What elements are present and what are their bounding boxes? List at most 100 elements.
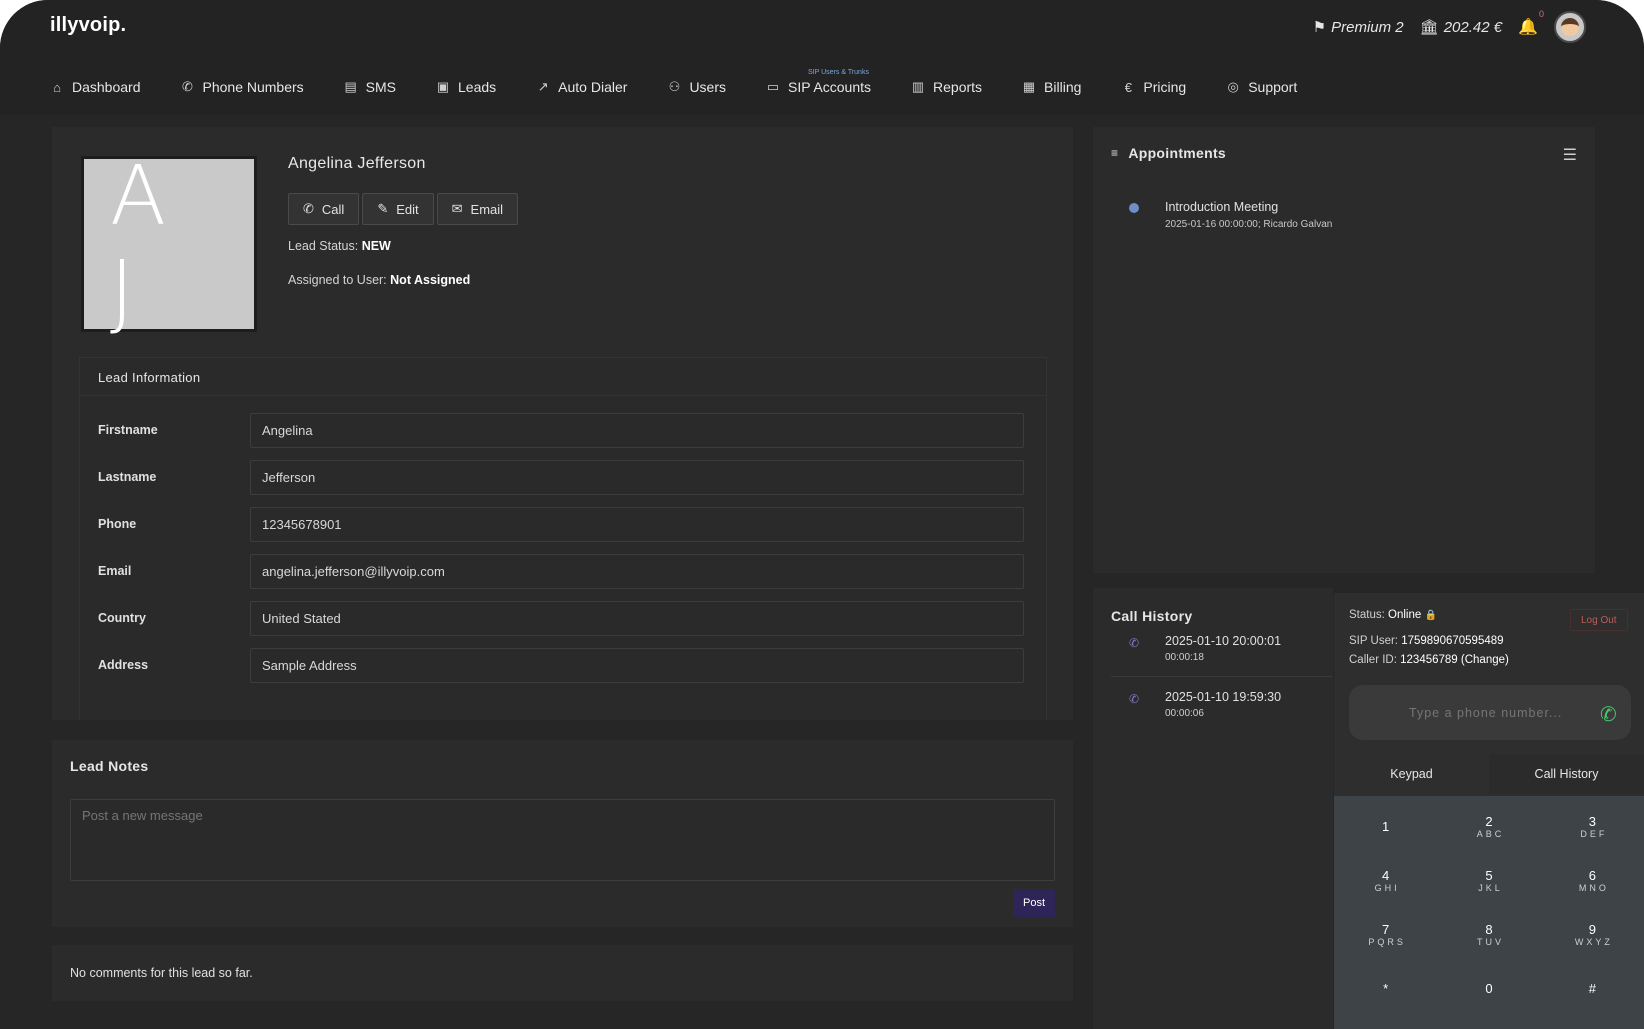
keypad: 1 2 ABC 3 DEF 4 GHI 5 JKL 6 MNO 7 PQRS 8 TUV 9W…: [1334, 796, 1644, 1029]
caller-id-label: Caller ID:: [1349, 654, 1397, 666]
key-letters: JKL: [1478, 883, 1503, 893]
key-digit: *: [1383, 981, 1389, 996]
comments-card: No comments for this lead so far.: [52, 945, 1073, 1001]
key-4[interactable]: 4 GHI: [1334, 854, 1437, 908]
no-comments-text: No comments for this lead so far.: [70, 966, 253, 980]
nav-support[interactable]: ◎ Support: [1226, 79, 1298, 95]
main-nav: ⌂ Dashboard ✆ Phone Numbers ▤ SMS ▣ Leads ↗ A…: [50, 69, 1337, 102]
key-star[interactable]: *: [1334, 962, 1437, 1016]
country-row: Country: [98, 601, 1028, 637]
lead-profile-card: A J Angelina Jefferson ✆ Call ✎ Edit ✉ E…: [52, 127, 1073, 720]
balance-indicator[interactable]: 🏛 202.42 €: [1419, 18, 1502, 37]
sip-user-value: 1759890670595489: [1401, 635, 1504, 647]
lead-notes-card: Lead Notes Post: [52, 740, 1073, 927]
tab-call-history[interactable]: Call History: [1489, 754, 1644, 794]
logo[interactable]: illyvoip.: [50, 14, 126, 37]
caller-id[interactable]: Caller ID: 123456789 (Change): [1349, 654, 1509, 666]
lead-actions: ✆ Call ✎ Edit ✉ Email: [288, 193, 519, 225]
key-8[interactable]: 8 TUV: [1437, 908, 1540, 962]
address-label: Address: [98, 658, 149, 672]
key-digit: 7: [1382, 922, 1390, 937]
nav-pricing[interactable]: € Pricing: [1121, 79, 1186, 95]
notifications-count: 0: [1538, 9, 1544, 19]
firstname-field[interactable]: [250, 413, 1024, 448]
call-button[interactable]: ✆ Call: [288, 193, 360, 225]
key-letters: TUV: [1476, 937, 1504, 947]
email-row: Email: [98, 554, 1028, 590]
lead-information-panel: Lead Information Firstname Lastname Phon…: [79, 357, 1047, 720]
avatar-face-icon: [1561, 18, 1579, 36]
caller-id-value: 123456789 (Change): [1400, 654, 1509, 666]
key-5[interactable]: 5 JKL: [1437, 854, 1540, 908]
lead-photo: A J: [81, 149, 257, 339]
key-9[interactable]: 9 WXYZ: [1541, 908, 1644, 962]
key-7[interactable]: 7 PQRS: [1334, 908, 1437, 962]
nav-phone-numbers[interactable]: ✆ Phone Numbers: [181, 79, 304, 95]
nav-leads[interactable]: ▣ Leads: [436, 79, 496, 95]
menu-icon[interactable]: ☰: [1563, 145, 1577, 165]
phone-number-input[interactable]: [1349, 685, 1631, 740]
divider: [1111, 676, 1333, 677]
key-1[interactable]: 1: [1334, 800, 1437, 854]
users-icon: ⚇: [668, 79, 681, 94]
new-message-textarea[interactable]: [70, 799, 1055, 881]
key-6[interactable]: 6 MNO: [1541, 854, 1644, 908]
phone-field[interactable]: [250, 507, 1024, 542]
logout-button[interactable]: Log Out: [1570, 609, 1628, 631]
nav-label: Auto Dialer: [558, 79, 628, 95]
appointment-name[interactable]: Introduction Meeting: [1165, 200, 1278, 214]
receipt-icon: ▦: [1022, 79, 1036, 94]
assigned-user-label: Assigned to User:: [288, 273, 387, 287]
bank-icon: 🏛: [1419, 19, 1439, 36]
key-3[interactable]: 3 DEF: [1541, 800, 1644, 854]
nav-label: Dashboard: [72, 79, 141, 95]
call-button-label: Call: [321, 201, 345, 217]
key-letters: DEF: [1580, 829, 1608, 839]
call-history-item[interactable]: ✆ 2025-01-10 19:59:30 00:00:06: [1093, 684, 1333, 742]
call-duration: 00:00:06: [1165, 708, 1204, 719]
call-history-card: Call History ✆ 2025-01-10 20:00:01 00:00…: [1093, 588, 1333, 1029]
key-digit: 4: [1382, 868, 1390, 883]
key-2[interactable]: 2 ABC: [1437, 800, 1540, 854]
tab-keypad[interactable]: Keypad: [1334, 754, 1489, 794]
lead-status: Lead Status: NEW: [288, 239, 391, 253]
nav-sms[interactable]: ▤ SMS: [344, 79, 397, 95]
nav-auto-dialer[interactable]: ↗ Auto Dialer: [536, 79, 628, 95]
email-button[interactable]: ✉ Email: [436, 193, 519, 225]
key-digit: 5: [1485, 868, 1493, 883]
account-summary: ⚑ Premium 2 🏛 202.42 € 🔔 0: [1313, 9, 1586, 43]
address-field[interactable]: [250, 648, 1024, 683]
nav-billing[interactable]: ▦ Billing: [1022, 79, 1082, 95]
key-digit: 9: [1588, 922, 1596, 937]
edit-button-label: Edit: [396, 201, 419, 217]
notifications-button[interactable]: 🔔 0: [1518, 9, 1544, 37]
dial-call-icon[interactable]: ✆: [1600, 702, 1617, 727]
email-label: Email: [98, 564, 132, 578]
appointment-detail: 2025-01-16 00:00:00; Ricardo Galvan: [1165, 219, 1333, 230]
key-hash[interactable]: #: [1541, 962, 1644, 1016]
key-0[interactable]: 0: [1437, 962, 1540, 1016]
key-digit: 8: [1485, 922, 1493, 937]
nav-users[interactable]: ⚇ Users: [667, 79, 726, 95]
phone-icon: ✆: [303, 201, 314, 216]
call-datetime: 2025-01-10 19:59:30: [1165, 690, 1282, 704]
country-field[interactable]: [250, 601, 1024, 636]
call-history-item[interactable]: ✆ 2025-01-10 20:00:01 00:00:18: [1093, 628, 1333, 686]
appointment-dot-icon: [1129, 203, 1139, 213]
nav-label: Billing: [1044, 79, 1082, 95]
nav-reports[interactable]: ▥ Reports: [911, 79, 982, 95]
email-field[interactable]: [250, 554, 1024, 589]
user-avatar[interactable]: [1554, 11, 1586, 43]
appointments-card: ≡ Appointments ☰ Introduction Meeting 20…: [1093, 127, 1595, 573]
contact-card-icon: ▣: [436, 79, 450, 94]
nav-dashboard[interactable]: ⌂ Dashboard: [50, 79, 141, 95]
edit-button[interactable]: ✎ Edit: [362, 193, 434, 225]
lastname-label: Lastname: [98, 470, 157, 484]
top-header: illyvoip. ⚑ Premium 2 🏛 202.42 € 🔔 0 ⌂ Da…: [0, 0, 1644, 114]
plan-indicator[interactable]: ⚑ Premium 2: [1313, 18, 1404, 37]
post-button[interactable]: Post: [1012, 889, 1055, 917]
call-history-title: Call History: [1111, 608, 1193, 624]
softphone-status: Status: Online 🔒: [1349, 609, 1437, 621]
nav-sip-accounts[interactable]: SIP Users & Trunks ▭ SIP Accounts: [766, 69, 871, 95]
lastname-field[interactable]: [250, 460, 1024, 495]
